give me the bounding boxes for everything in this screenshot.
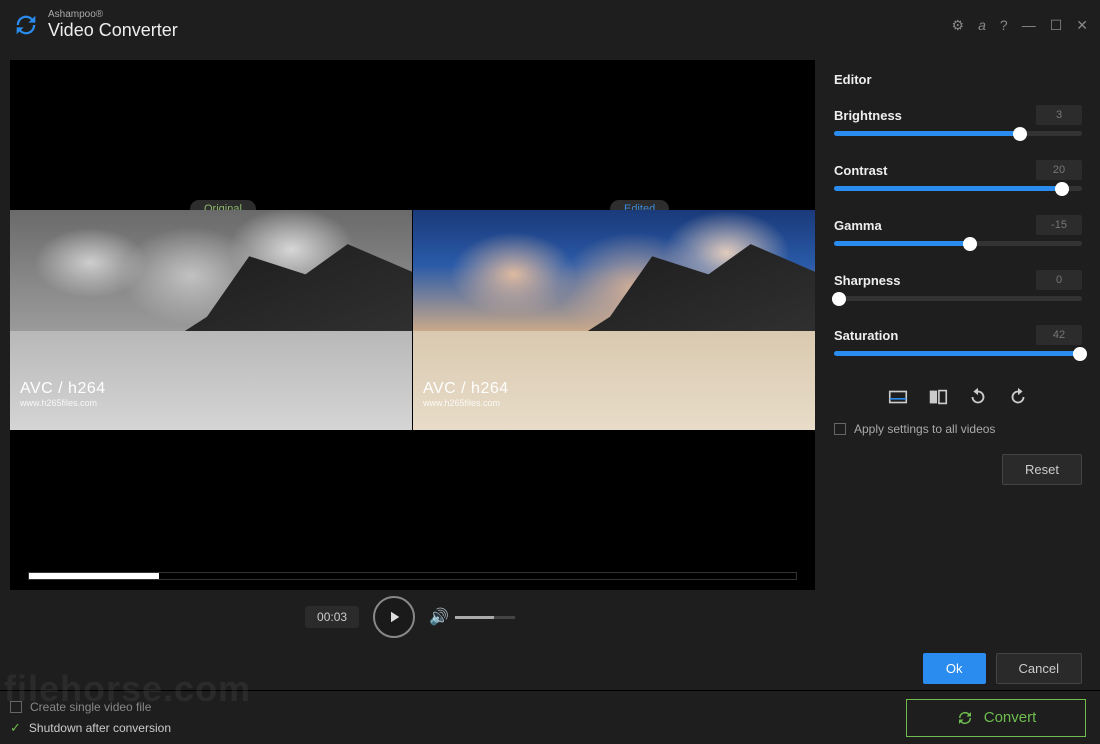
gamma-label: Gamma [834, 218, 882, 233]
brightness-label: Brightness [834, 108, 902, 123]
help-icon[interactable]: ? [1000, 17, 1008, 33]
convert-label: Convert [984, 709, 1037, 726]
preview-edited: AVC / h264 www.h265files.com [412, 210, 815, 430]
minimize-icon[interactable]: — [1022, 17, 1036, 33]
apply-all-checkbox[interactable] [834, 423, 846, 435]
editor-title: Editor [834, 72, 1082, 87]
brightness-slider[interactable] [834, 131, 1082, 136]
playbar: 00:03 🔊 [0, 596, 820, 642]
saturation-slider[interactable] [834, 351, 1082, 356]
brightness-row: Brightness 3 [834, 105, 1082, 136]
logo-refresh-icon [12, 11, 40, 39]
titlebar: Ashampoo® Video Converter ⚙ a ? — ☐ ✕ [0, 0, 1100, 50]
apply-all-label: Apply settings to all videos [854, 422, 995, 436]
info-a-icon[interactable]: a [978, 17, 986, 33]
sharpness-value[interactable]: 0 [1036, 270, 1082, 290]
gamma-slider[interactable] [834, 241, 1082, 246]
cancel-button[interactable]: Cancel [996, 653, 1082, 684]
watermark-codec: AVC / h264 [423, 380, 509, 398]
create-single-checkbox[interactable] [10, 701, 22, 713]
saturation-row: Saturation 42 [834, 325, 1082, 356]
create-single-label: Create single video file [30, 700, 151, 714]
app-logo: Ashampoo® Video Converter [12, 10, 178, 39]
play-button[interactable] [373, 596, 415, 638]
reset-button[interactable]: Reset [1002, 454, 1082, 485]
rotate-left-icon[interactable] [963, 384, 993, 410]
contrast-value[interactable]: 20 [1036, 160, 1082, 180]
volume-control[interactable]: 🔊 [429, 607, 515, 627]
crop-icon[interactable] [883, 384, 913, 410]
window-controls: ⚙ a ? — ☐ ✕ [952, 17, 1088, 34]
watermark-url: www.h265files.com [20, 398, 106, 408]
footer: Create single video file ✓ Shutdown afte… [0, 690, 1100, 744]
saturation-value[interactable]: 42 [1036, 325, 1082, 345]
preview-area: Original Edited AVC / h264 www.h265files… [10, 60, 815, 590]
checkmark-icon: ✓ [10, 720, 21, 736]
settings-gear-icon[interactable]: ⚙ [952, 17, 965, 34]
sharpness-label: Sharpness [834, 273, 900, 288]
contrast-row: Contrast 20 [834, 160, 1082, 191]
split-compare-icon[interactable] [923, 384, 953, 410]
convert-refresh-icon [956, 709, 974, 727]
gamma-value[interactable]: -15 [1036, 215, 1082, 235]
gamma-row: Gamma -15 [834, 215, 1082, 246]
convert-button[interactable]: Convert [906, 699, 1086, 737]
contrast-slider[interactable] [834, 186, 1082, 191]
sharpness-slider[interactable] [834, 296, 1082, 301]
ok-button[interactable]: Ok [923, 653, 986, 684]
time-display: 00:03 [305, 606, 359, 628]
saturation-label: Saturation [834, 328, 898, 343]
watermark-codec: AVC / h264 [20, 380, 106, 398]
volume-icon[interactable]: 🔊 [429, 607, 449, 627]
close-icon[interactable]: ✕ [1076, 17, 1088, 34]
maximize-icon[interactable]: ☐ [1050, 17, 1063, 34]
editor-panel: Editor Brightness 3 Contrast 20 Gamma -1… [820, 50, 1100, 690]
timeline-scrubber[interactable] [28, 572, 797, 580]
contrast-label: Contrast [834, 163, 887, 178]
rotate-right-icon[interactable] [1003, 384, 1033, 410]
brightness-value[interactable]: 3 [1036, 105, 1082, 125]
shutdown-label: Shutdown after conversion [29, 721, 171, 735]
brand-name: Video Converter [48, 21, 178, 40]
preview-original: AVC / h264 www.h265files.com [10, 210, 412, 430]
sharpness-row: Sharpness 0 [834, 270, 1082, 301]
watermark-url: www.h265files.com [423, 398, 509, 408]
